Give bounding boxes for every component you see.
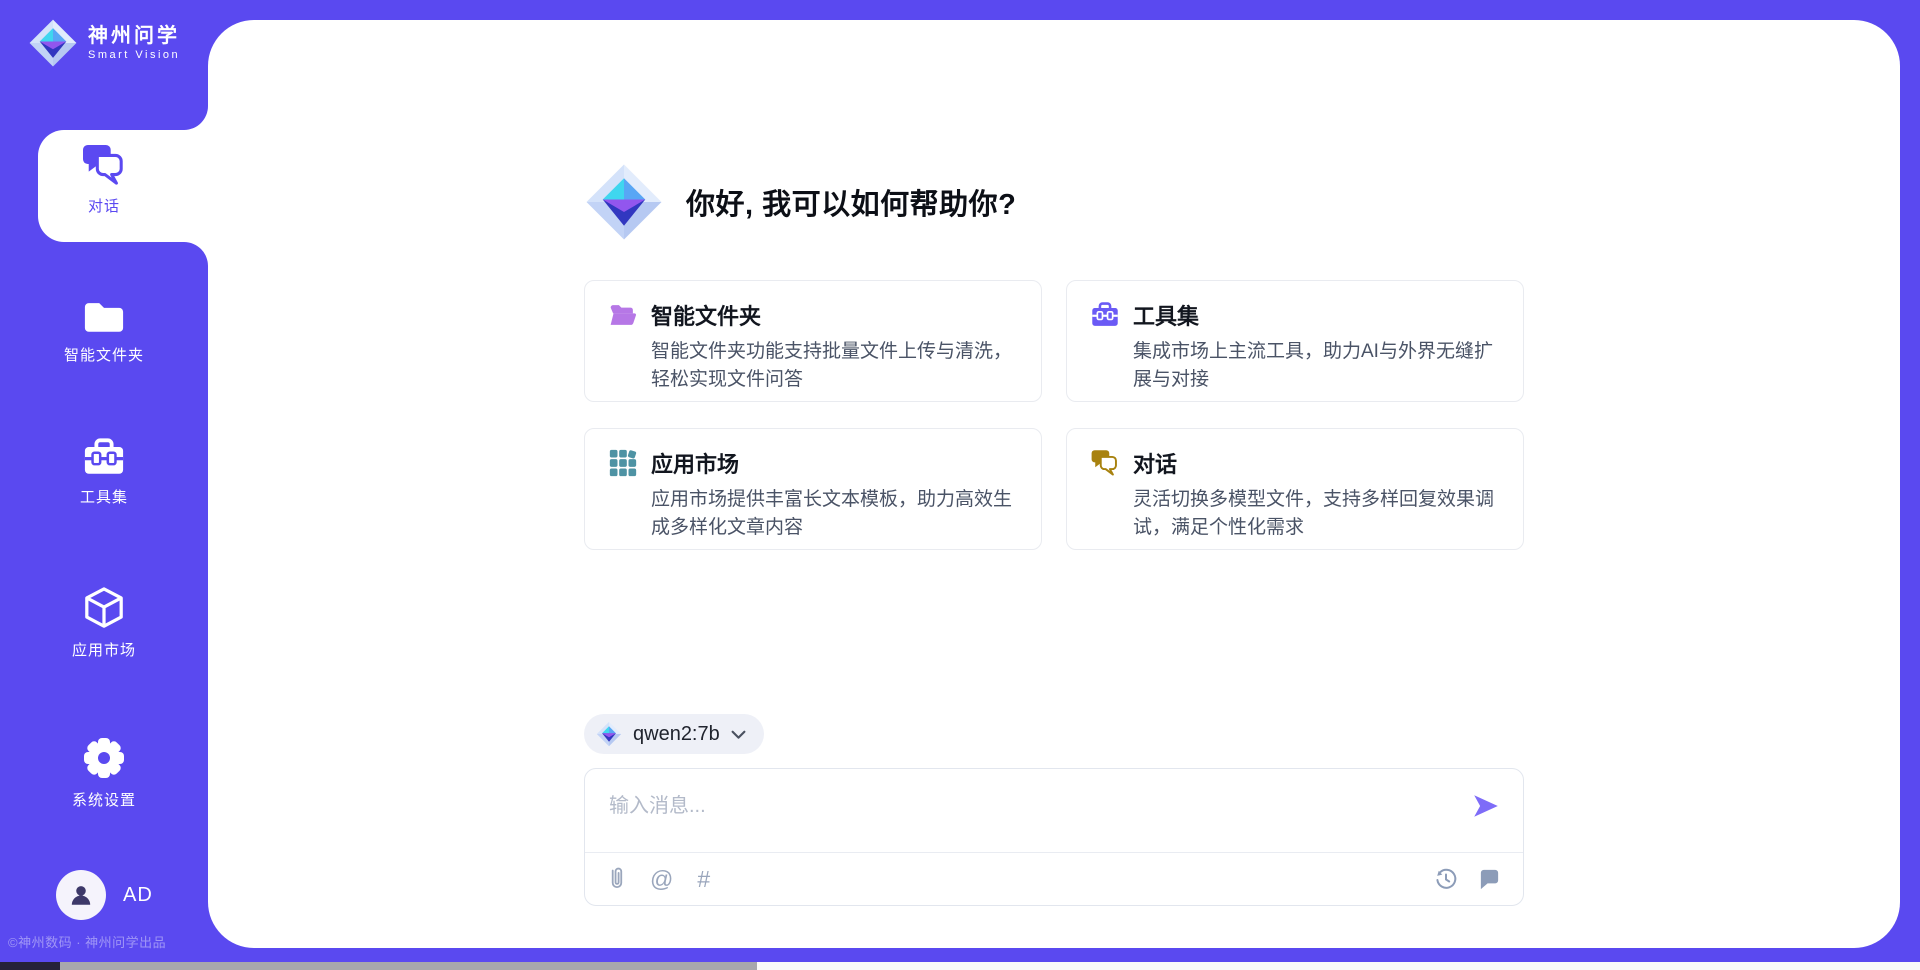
card-toolset[interactable]: 工具集 集成市场上主流工具，助力AI与外界无缝扩展与对接 [1066, 280, 1524, 402]
card-description: 集成市场上主流工具，助力AI与外界无缝扩展与对接 [1133, 338, 1499, 394]
scrollbar-corner [0, 962, 60, 970]
sidebar-item-smart-folder[interactable]: 智能文件夹 [0, 298, 208, 365]
sidebar-item-chat[interactable]: 对话 [0, 144, 208, 216]
card-title: 应用市场 [651, 447, 739, 479]
card-description: 灵活切换多模型文件，支持多样回复效果调试，满足个性化需求 [1133, 486, 1499, 542]
folder-icon [83, 298, 125, 335]
grid-icon [609, 449, 637, 477]
chat-bubbles-icon [82, 144, 126, 186]
topic-button[interactable]: # [697, 868, 710, 891]
greeting-title: 你好, 我可以如何帮助你? [686, 181, 1016, 223]
card-chat[interactable]: 对话 灵活切换多模型文件，支持多样回复效果调试，满足个性化需求 [1066, 428, 1524, 550]
gear-icon [82, 736, 126, 780]
app-subtitle: Smart Vision [88, 49, 180, 61]
at-sign-icon: @ [650, 866, 673, 892]
person-icon [68, 882, 94, 908]
sidebar-item-settings[interactable]: 系统设置 [0, 736, 208, 810]
user-account[interactable]: AD [56, 870, 153, 920]
sidebar-item-app-market[interactable]: 应用市场 [0, 586, 208, 660]
message-composer: @ # [584, 768, 1524, 906]
feature-cards: 智能文件夹 智能文件夹功能支持批量文件上传与清洗，轻松实现文件问答 工具集 集成… [584, 280, 1524, 550]
sidebar-item-toolset[interactable]: 工具集 [0, 438, 208, 507]
message-icon [1478, 868, 1501, 891]
gem-logo-icon [584, 162, 664, 242]
copyright-text: ©神州数码 · 神州问学出品 [8, 932, 208, 951]
sidebar-item-label: 智能文件夹 [64, 344, 144, 365]
mention-button[interactable]: @ [650, 868, 673, 891]
sidebar-item-label: 应用市场 [72, 639, 136, 660]
hash-icon: # [697, 866, 710, 892]
toolbox-icon [83, 438, 125, 477]
card-title: 工具集 [1133, 299, 1199, 331]
model-name: qwen2:7b [633, 723, 720, 746]
history-icon [1434, 867, 1458, 891]
gem-logo-icon [28, 18, 78, 68]
avatar [56, 870, 106, 920]
greeting: 你好, 我可以如何帮助你? [584, 160, 1524, 244]
gem-logo-icon [596, 721, 622, 747]
send-button[interactable] [1471, 791, 1501, 821]
new-chat-button[interactable] [1478, 868, 1501, 891]
tab-fillet-top [184, 106, 208, 130]
horizontal-scrollbar[interactable] [0, 962, 1920, 970]
user-initials: AD [123, 884, 153, 907]
scrollbar-thumb[interactable] [60, 962, 757, 970]
message-input[interactable] [585, 769, 1433, 852]
card-title: 对话 [1133, 447, 1177, 479]
app-logo: 神州问学 Smart Vision [28, 18, 180, 68]
open-folder-icon [609, 301, 637, 329]
model-selector[interactable]: qwen2:7b [584, 714, 764, 754]
paperclip-icon [607, 867, 626, 892]
card-app-market[interactable]: 应用市场 应用市场提供丰富长文本模板，助力高效生成多样化文章内容 [584, 428, 1042, 550]
tab-fillet-bottom [184, 242, 208, 266]
sidebar-item-label: 系统设置 [72, 789, 136, 810]
send-arrow-icon [1471, 791, 1501, 821]
card-description: 应用市场提供丰富长文本模板，助力高效生成多样化文章内容 [651, 486, 1017, 542]
sidebar-item-label: 工具集 [80, 486, 128, 507]
card-title: 智能文件夹 [651, 299, 761, 331]
chat-bubbles-icon [1091, 449, 1119, 477]
sidebar-item-label: 对话 [88, 195, 120, 216]
chevron-down-icon [731, 730, 746, 740]
card-smart-folder[interactable]: 智能文件夹 智能文件夹功能支持批量文件上传与清洗，轻松实现文件问答 [584, 280, 1042, 402]
attach-file-button[interactable] [607, 867, 626, 892]
app-name: 神州问学 [88, 25, 180, 47]
toolbox-icon [1091, 301, 1119, 329]
sidebar: 神州问学 Smart Vision 对话 智能文件夹 工具集 应用市场 系统设置… [0, 0, 208, 970]
history-button[interactable] [1434, 867, 1458, 891]
main-panel: 你好, 我可以如何帮助你? 智能文件夹 智能文件夹功能支持批量文件上传与清洗，轻… [208, 20, 1900, 948]
cube-icon [83, 586, 125, 630]
card-description: 智能文件夹功能支持批量文件上传与清洗，轻松实现文件问答 [651, 338, 1017, 394]
